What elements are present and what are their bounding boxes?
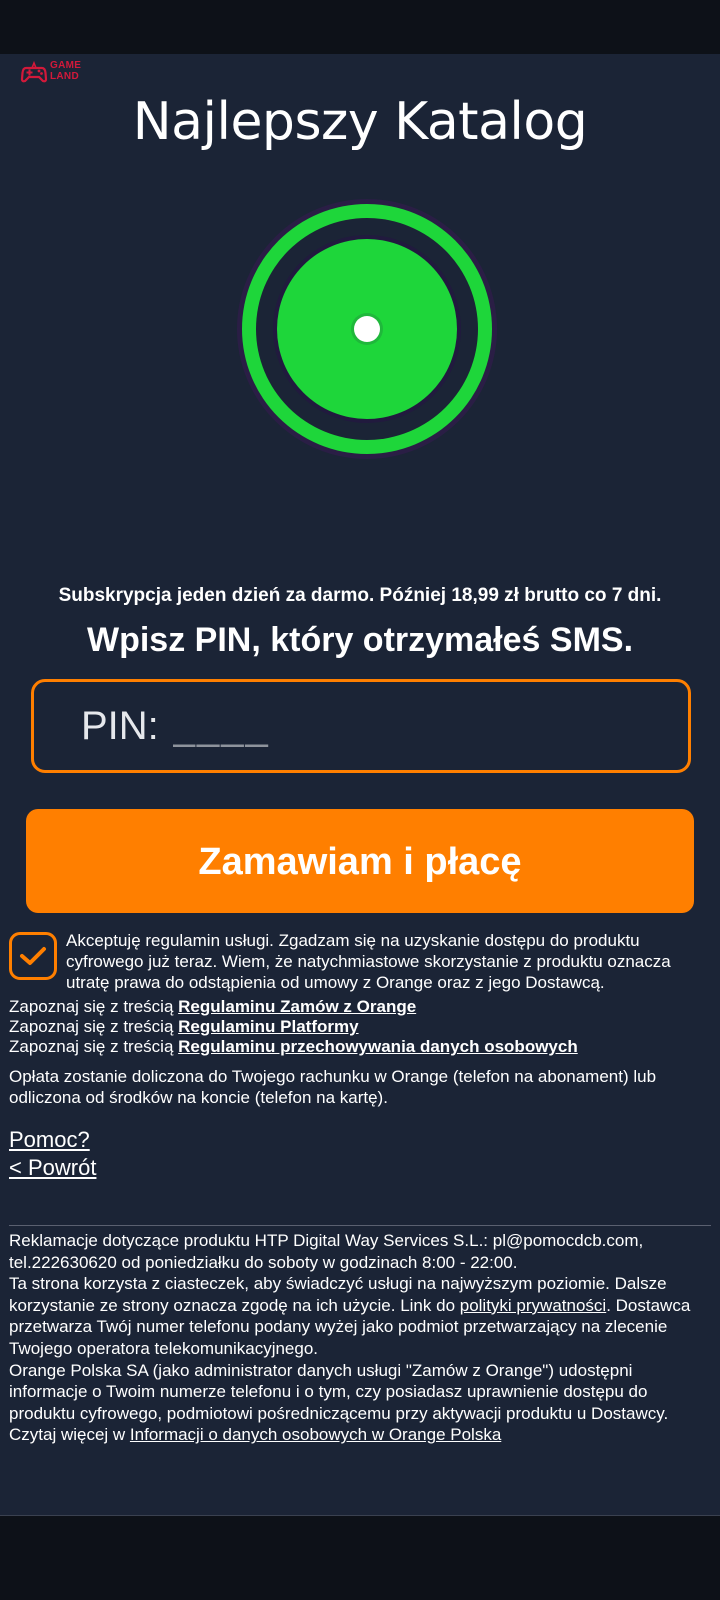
- billing-info: Opłata zostanie doliczona do Twojego rac…: [9, 1067, 657, 1107]
- orange-terms-link[interactable]: Regulaminu Zamów z Orange: [178, 997, 416, 1016]
- logo-wordmark: GAME LAND: [50, 60, 82, 82]
- gamepad-icon: [20, 60, 48, 83]
- brand-title: Najlepszy Katalog: [132, 92, 588, 152]
- orange-data-info: Orange Polska SA (jako administrator dan…: [9, 1360, 669, 1445]
- complaints-info: Reklamacje dotyczące produktu HTP Digita…: [9, 1231, 644, 1272]
- footer-legal: Reklamacje dotyczące produktu HTP Digita…: [9, 1230, 715, 1446]
- navigation-bar: [0, 1515, 720, 1600]
- privacy-policy-link[interactable]: polityki prywatności: [460, 1296, 606, 1315]
- page-content: GAME LAND Najlepszy Katalog Subskrypcja …: [0, 54, 720, 1515]
- status-bar: [0, 0, 720, 54]
- pin-field-box[interactable]: PIN:: [31, 679, 691, 773]
- orange-data-link[interactable]: Informacji o danych osobowych w Orange P…: [130, 1425, 501, 1444]
- terms-links: Zapoznaj się z treścią Regulaminu Zamów …: [9, 997, 709, 1057]
- pin-label: PIN:: [81, 703, 159, 748]
- terms-line: Zapoznaj się z treścią Regulaminu Zamów …: [9, 997, 417, 1016]
- terms-line: Zapoznaj się z treścią Regulaminu Platfo…: [9, 1017, 359, 1036]
- footer-divider: [9, 1225, 711, 1226]
- subscription-terms: Subskrypcja jeden dzień za darmo. Późnie…: [58, 585, 662, 606]
- consent-text: Akceptuję regulamin usługi. Zgadzam się …: [66, 931, 671, 992]
- platform-terms-link[interactable]: Regulaminu Platformy: [178, 1017, 358, 1036]
- terms-line: Zapoznaj się z treścią Regulaminu przech…: [9, 1037, 578, 1056]
- help-links: Pomoc? < Powrót: [9, 1126, 96, 1182]
- gameland-logo[interactable]: GAME LAND: [20, 60, 98, 86]
- help-link[interactable]: Pomoc?: [9, 1127, 90, 1152]
- cookies-info: Ta strona korzysta z ciasteczek, aby świ…: [9, 1274, 691, 1358]
- pin-heading: Wpisz PIN, który otrzymałeś SMS.: [86, 621, 634, 659]
- consent-checkbox[interactable]: [9, 932, 57, 980]
- data-storage-terms-link[interactable]: Regulaminu przechowywania danych osobowy…: [178, 1037, 578, 1056]
- order-and-pay-button[interactable]: Zamawiam i płacę: [26, 809, 694, 913]
- pin-input[interactable]: [170, 702, 335, 750]
- hero-target-graphic: [237, 199, 497, 459]
- back-link[interactable]: < Powrót: [9, 1155, 96, 1180]
- checkmark-icon: [20, 947, 46, 965]
